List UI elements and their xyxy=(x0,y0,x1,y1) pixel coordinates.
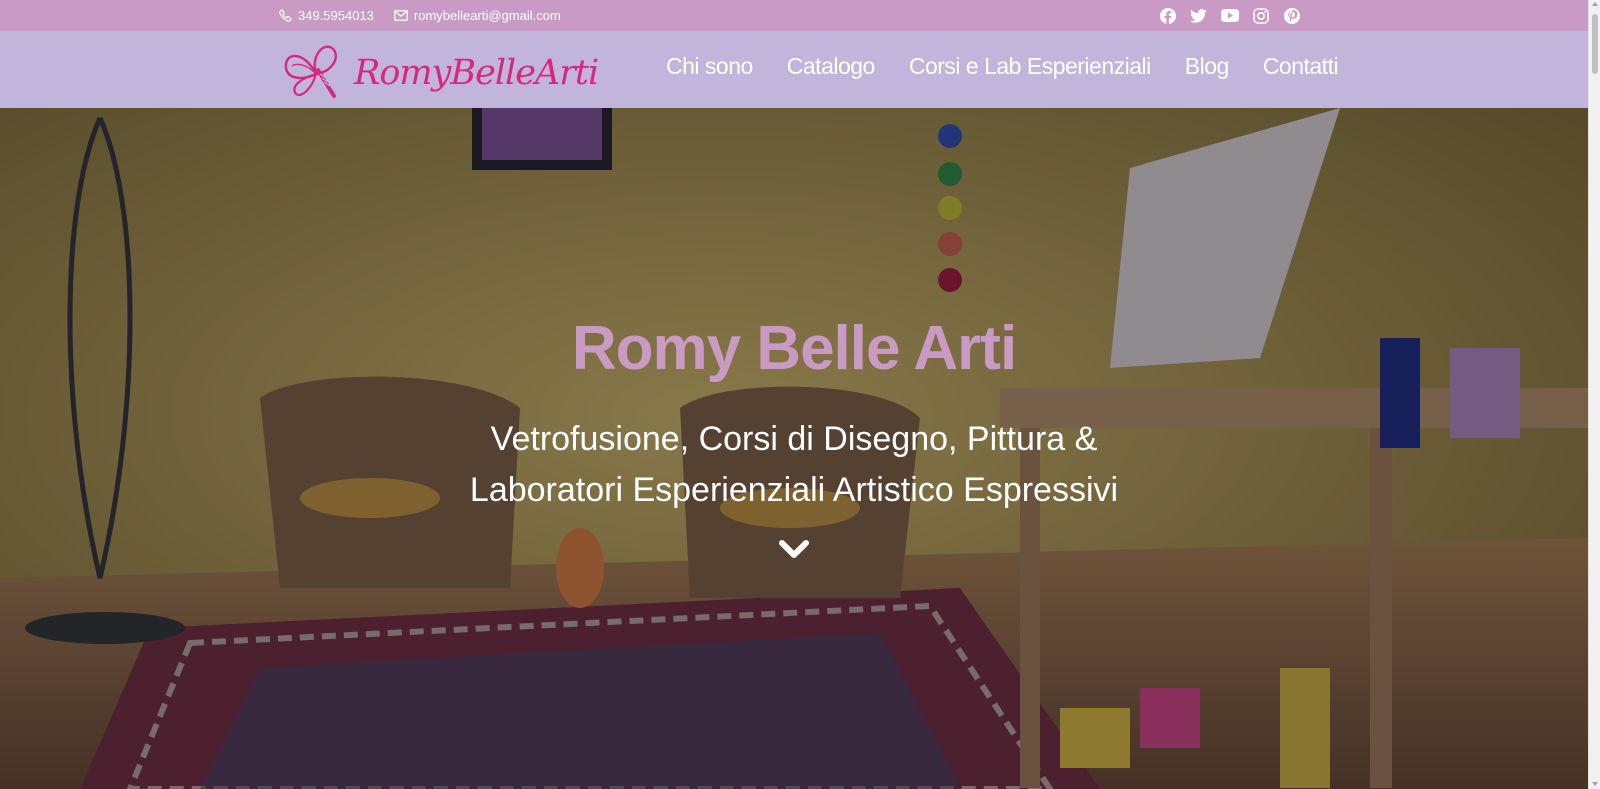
chevron-down-icon[interactable] xyxy=(779,538,809,562)
nav-corsi-lab[interactable]: Corsi e Lab Esperienziali xyxy=(909,53,1151,80)
contact-info: 349.5954013 romybellearti@gmail.com xyxy=(279,8,561,23)
scroll-down-arrow-icon[interactable] xyxy=(1592,782,1598,786)
envelope-icon xyxy=(393,10,408,21)
site-logo[interactable]: RomyBelleArti xyxy=(282,40,599,105)
logo-text: RomyBelleArti xyxy=(354,52,599,93)
email-link[interactable]: romybellearti@gmail.com xyxy=(393,8,561,23)
hero-subtitle: Vetrofusione, Corsi di Disegno, Pittura … xyxy=(0,414,1588,516)
email-address: romybellearti@gmail.com xyxy=(413,8,561,23)
butterfly-logo-icon xyxy=(282,40,350,105)
nav-contatti[interactable]: Contatti xyxy=(1263,53,1339,80)
nav-chi-sono[interactable]: Chi sono xyxy=(666,53,753,80)
facebook-icon[interactable] xyxy=(1158,6,1177,25)
page: 349.5954013 romybellearti@gmail.com Romy… xyxy=(0,0,1588,789)
main-nav: Chi sono Catalogo Corsi e Lab Esperienzi… xyxy=(666,53,1339,80)
hero-title: Romy Belle Arti xyxy=(571,314,1017,383)
youtube-icon[interactable] xyxy=(1220,6,1239,25)
pinterest-icon[interactable] xyxy=(1282,6,1301,25)
scroll-up-arrow-icon[interactable] xyxy=(1592,2,1598,6)
instagram-icon[interactable] xyxy=(1251,6,1270,25)
main-navbar: RomyBelleArti Chi sono Catalogo Corsi e … xyxy=(0,31,1588,108)
social-links xyxy=(1158,6,1301,25)
phone-link[interactable]: 349.5954013 xyxy=(279,8,374,23)
nav-blog[interactable]: Blog xyxy=(1185,53,1230,80)
hero-subtitle-line-2: Laboratori Esperienziali Artistico Espre… xyxy=(469,471,1119,509)
nav-catalogo[interactable]: Catalogo xyxy=(787,53,876,80)
vertical-scrollbar[interactable] xyxy=(1588,0,1600,789)
phone-number: 349.5954013 xyxy=(298,8,374,23)
scrollbar-thumb[interactable] xyxy=(1592,14,1598,74)
phone-icon xyxy=(279,9,292,22)
hero-subtitle-line-1: Vetrofusione, Corsi di Disegno, Pittura … xyxy=(490,420,1098,458)
twitter-icon[interactable] xyxy=(1189,6,1208,25)
hero-section: Romy Belle Arti Vetrofusione, Corsi di D… xyxy=(0,108,1588,789)
top-bar: 349.5954013 romybellearti@gmail.com xyxy=(0,0,1588,31)
